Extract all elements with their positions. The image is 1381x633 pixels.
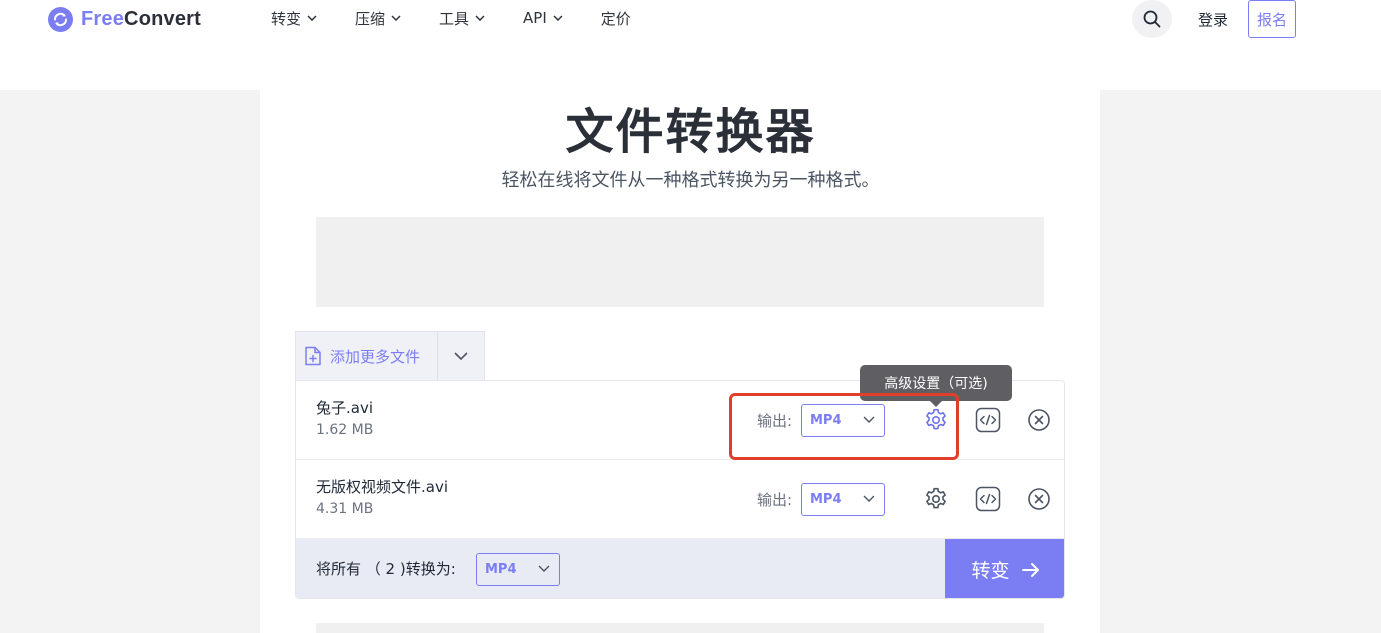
convert-button[interactable]: 转变 [945,539,1064,598]
nav-item-compress[interactable]: 压缩 [355,7,401,29]
search-button[interactable] [1132,0,1172,38]
add-more-files-label: 添加更多文件 [330,347,421,366]
output-label: 输出: [757,491,793,509]
chevron-down-icon [454,352,468,360]
nav-item-label: 定价 [600,9,631,28]
search-icon [1143,10,1161,28]
ad-placeholder [316,217,1044,307]
login-link[interactable]: 登录 [1198,9,1228,30]
nav-item-convert[interactable]: 转变 [271,7,317,29]
file-size: 1.62 MB [316,422,374,438]
code-icon [975,486,1001,512]
highlight-annotation-box [729,393,959,460]
logo-text: FreeConvert [81,8,201,31]
logo-mark-icon [48,6,73,32]
file-size: 4.31 MB [316,501,374,517]
chevron-down-icon [863,495,875,502]
page-subtitle: 轻松在线将文件从一种格式转换为另一种格式。 [501,170,880,191]
close-circle-icon [1028,409,1050,431]
add-files-dropdown[interactable] [438,332,484,380]
nav-item-label: 工具 [439,9,470,28]
remove-file-button[interactable] [1025,485,1053,513]
file-add-icon [305,346,321,366]
nav-item-api[interactable]: API [523,7,563,29]
convert-all-format-value: MP4 [485,562,517,577]
embed-code-button[interactable] [974,406,1002,434]
header-spacer [0,47,1381,90]
nav-item-pricing[interactable]: 定价 [601,7,631,29]
main-nav: 转变 压缩 工具 API 定价 [271,7,669,29]
chevron-down-icon [307,15,317,21]
chevron-down-icon [391,15,401,21]
add-more-files-button[interactable]: 添加更多文件 [296,332,437,380]
file-name: 兔子.avi [316,399,374,417]
logo-convert: Convert [124,7,202,30]
convert-all-label: 将所有 （ 2 )转换为: [316,560,456,578]
signup-button[interactable]: 报名 [1248,0,1296,38]
page-title: 文件转换器 [565,104,816,160]
convert-all-bar: 将所有 （ 2 )转换为: MP4 转变 [296,539,1064,598]
code-icon [975,407,1001,433]
advanced-settings-button[interactable] [922,485,950,513]
remove-file-button[interactable] [1025,406,1053,434]
logo-free: Free [81,7,125,30]
convert-button-label: 转变 [971,560,1010,582]
add-files-group: 添加更多文件 [295,331,485,380]
chevron-down-icon [553,15,563,21]
top-header: FreeConvert 转变 压缩 工具 API 定价 登录 报名 [0,0,1381,47]
chevron-down-icon [475,15,485,21]
nav-item-label: 转变 [271,9,302,28]
close-circle-icon [1028,488,1050,510]
logo[interactable]: FreeConvert [48,6,201,32]
output-format-value: MP4 [810,492,842,507]
output-format-select[interactable]: MP4 [801,483,885,516]
nav-item-label: API [523,9,547,27]
arrow-right-icon [1021,562,1039,577]
nav-item-tools[interactable]: 工具 [439,7,485,29]
chevron-down-icon [538,565,550,572]
convert-all-format-select[interactable]: MP4 [476,553,560,586]
embed-code-button[interactable] [974,485,1002,513]
file-name: 无版权视频文件.avi [316,478,449,496]
ad-placeholder-bottom [316,623,1044,633]
gear-icon [926,487,946,509]
file-row: 无版权视频文件.avi 4.31 MB 输出: MP4 [296,460,1064,539]
nav-item-label: 压缩 [355,9,386,28]
